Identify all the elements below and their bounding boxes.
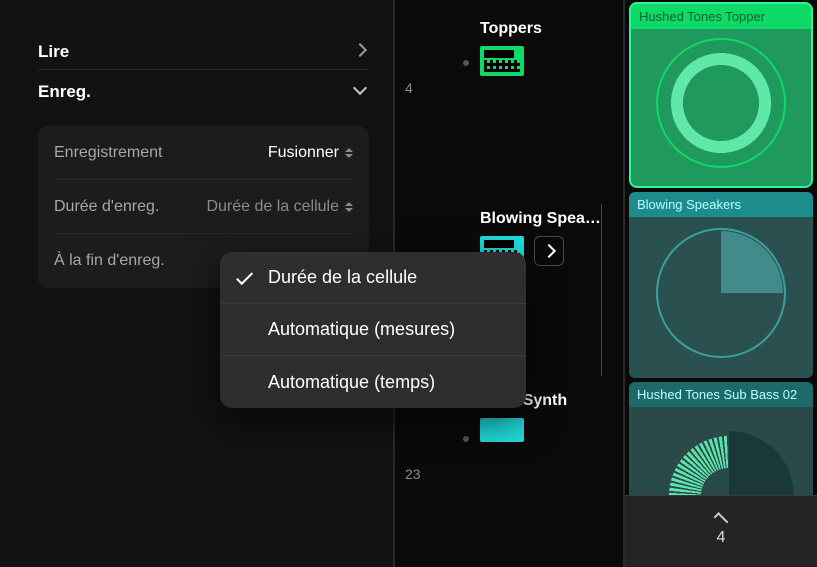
- drum-machine-icon: [480, 46, 524, 76]
- cell-title: Blowing Speakers: [629, 192, 813, 217]
- cell-hushed-tones-topper[interactable]: Hushed Tones Topper: [629, 2, 813, 188]
- updown-icon: [345, 148, 353, 158]
- track-name: Blowing Spea…: [480, 210, 601, 228]
- chevron-right-icon: [355, 45, 369, 59]
- waveform-ring-icon: [656, 38, 786, 168]
- section-read[interactable]: Lire: [38, 30, 369, 70]
- chevron-down-icon: [355, 85, 369, 99]
- dropdown-item-auto-bars[interactable]: Automatique (mesures): [220, 304, 526, 356]
- section-record[interactable]: Enreg.: [38, 70, 369, 110]
- field-value: Durée de la cellule: [206, 198, 353, 216]
- dropdown-item-label: Automatique (mesures): [268, 319, 455, 340]
- field-label: À la fin d'enreg.: [54, 252, 165, 270]
- field-recording-mode[interactable]: Enregistrement Fusionner: [54, 126, 353, 180]
- progress-wedge-icon: [659, 231, 783, 355]
- section-label: Lire: [38, 42, 69, 62]
- field-record-length[interactable]: Durée d'enreg. Durée de la cellule: [54, 180, 353, 234]
- dropdown-menu: Durée de la cellule Automatique (mesures…: [220, 252, 526, 408]
- checkmark-icon: [236, 268, 253, 285]
- dropdown-item-auto-beats[interactable]: Automatique (temps): [220, 356, 526, 408]
- track-dot-icon: [463, 60, 469, 66]
- dropdown-item-cell-length[interactable]: Durée de la cellule: [220, 252, 526, 304]
- scene-count: 4: [717, 529, 726, 547]
- cell-blowing-speakers[interactable]: Blowing Speakers: [629, 192, 813, 378]
- separator: [601, 204, 602, 376]
- updown-icon: [345, 202, 353, 212]
- cell-column: Hushed Tones Topper Blowing Speakers Hus…: [625, 0, 817, 567]
- waveform-ring-icon: [656, 228, 786, 358]
- chevron-right-icon[interactable]: [534, 236, 564, 266]
- synth-icon: [480, 418, 524, 442]
- dropdown-item-label: Automatique (temps): [268, 372, 435, 393]
- field-label: Enregistrement: [54, 144, 163, 162]
- inspector-panel: Lire Enreg. Enregistrement Fusionner Dur…: [0, 0, 395, 567]
- field-value: Fusionner: [268, 144, 353, 162]
- scene-footer[interactable]: 4: [625, 495, 817, 567]
- cell-title: Hushed Tones Sub Bass 02: [629, 382, 813, 407]
- track-header-toppers[interactable]: Toppers: [480, 20, 542, 76]
- cell-title: Hushed Tones Topper: [631, 4, 811, 29]
- field-label: Durée d'enreg.: [54, 198, 159, 216]
- dropdown-item-label: Durée de la cellule: [268, 267, 417, 288]
- track-name: Toppers: [480, 20, 542, 38]
- track-dot-icon: [463, 436, 469, 442]
- chevron-up-icon: [714, 512, 729, 527]
- ruler-mark: 23: [405, 466, 421, 482]
- section-label: Enreg.: [38, 82, 91, 102]
- ruler-mark: 4: [405, 80, 413, 96]
